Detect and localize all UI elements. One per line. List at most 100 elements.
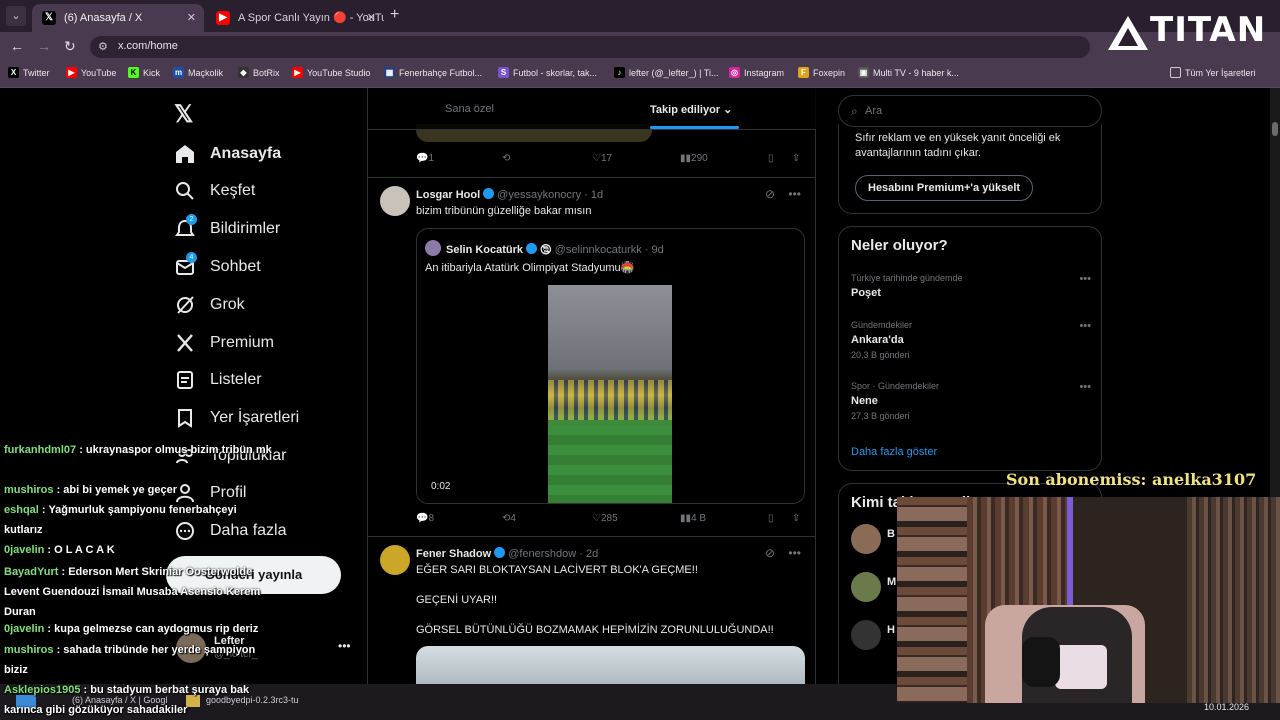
tweet-media[interactable] [416, 646, 805, 684]
chat-text: abi bi yemek ye geçer [63, 484, 178, 496]
sidebar-item-label: Grok [210, 296, 245, 313]
trend-item[interactable]: Türkiye tarihinde gündemde Poşet ••• [851, 273, 1091, 299]
forward-icon[interactable]: → [37, 38, 51, 54]
more-dots-icon[interactable]: ••• [338, 639, 351, 653]
chevron-down-icon: ⌄ [723, 104, 733, 116]
premium-text: Sıfır reklam ve en yüksek yanıt önceliği… [855, 132, 1061, 159]
avatar[interactable] [851, 572, 881, 602]
bookmark-multitv[interactable]: ▣ Multi TV - 9 haber k... [858, 67, 959, 78]
share-icon[interactable]: ⇪ [792, 153, 800, 164]
upgrade-premium-button[interactable]: Hesabını Premium+'a yükselt [855, 175, 1034, 201]
flashscore-icon: S [498, 67, 509, 78]
microphone-graphic [1022, 637, 1060, 687]
tab-youtube[interactable]: ▶ A Spor Canlı Yayın 🔴 - YouTub ✕ [206, 4, 384, 32]
active-tab-indicator [650, 126, 739, 129]
grok-icon[interactable]: ⊘ [765, 187, 775, 201]
bookmark-youtube[interactable]: ▶ YouTube [66, 67, 116, 78]
more-icon[interactable]: ••• [1079, 381, 1091, 393]
chat-message: eshqal : Yağmurluk şampiyonu fenerbahçey… [4, 504, 237, 536]
search-icon: ⌕ [851, 104, 858, 118]
tab-following[interactable]: Takip ediliyor ⌄ [650, 103, 732, 116]
avatar[interactable] [380, 186, 410, 216]
back-icon[interactable]: ← [10, 38, 24, 54]
grok-icon[interactable]: ⊘ [765, 546, 775, 560]
video-player[interactable]: 0:02 [417, 285, 804, 503]
scrollbar-thumb[interactable] [1272, 122, 1278, 136]
reply-action[interactable]: 💬 1 [416, 153, 434, 164]
author-handle: @yessaykonocry [497, 189, 582, 201]
reply-action[interactable]: 💬 8 [416, 513, 434, 524]
bookmark-foxepin[interactable]: F Foxepin [798, 67, 845, 78]
new-tab-icon[interactable]: + [390, 6, 399, 24]
like-action[interactable]: ♡ 285 [592, 513, 618, 524]
url-text[interactable]: x.com/home [118, 40, 178, 52]
suggested-user-name[interactable]: M [887, 576, 896, 588]
views-action[interactable]: ▮▮ 290 [680, 153, 708, 164]
tweet-text: bizim tribünün güzelliğe bakar mısın [416, 205, 592, 217]
tweet-author[interactable]: Fener Shadow @fenershdow · 2d [416, 547, 598, 560]
more-icon[interactable]: ••• [1079, 320, 1091, 332]
suggested-user-name[interactable]: B [887, 528, 895, 540]
suggested-user-name[interactable]: H [887, 624, 895, 636]
author-name: Losgar Hool [416, 189, 481, 201]
show-more-link[interactable]: Daha fazla göster [851, 446, 937, 458]
tab-for-you[interactable]: Sana özel [445, 103, 494, 115]
avatar[interactable] [851, 524, 881, 554]
bookmark-label: BotRix [253, 68, 280, 78]
video-timestamp: 0:02 [431, 481, 451, 492]
bookmark-icon [178, 409, 192, 428]
bookmark-instagram[interactable]: ◎ Instagram [729, 67, 784, 78]
trend-item[interactable]: Spor · Gündemdekiler Nene 27,3 B gönderi… [851, 381, 1091, 421]
trend-count: 20,3 B gönderi [851, 350, 910, 360]
bookmark-kick[interactable]: K Kick [128, 67, 161, 78]
search-input[interactable]: ⌕ Ara [838, 95, 1102, 127]
bookmark-mackolik[interactable]: m Maçkolik [173, 67, 223, 78]
bookmark-futbol[interactable]: S Futbol - skorlar, tak... [498, 67, 597, 78]
bookmark-twitter[interactable]: X Twitter [8, 67, 50, 78]
chat-user: 0javelin [4, 623, 45, 635]
reload-icon[interactable]: ↻ [64, 38, 76, 55]
bookmark-botrix[interactable]: ◆ BotRix [238, 67, 280, 78]
stand-graphic [548, 380, 672, 420]
avatar[interactable] [851, 620, 881, 650]
tweet-time: 2d [586, 548, 599, 560]
youtube-favicon-icon: ▶ [216, 11, 230, 25]
trend-item[interactable]: Gündemdekiler Ankara'da 20,3 B gönderi •… [851, 320, 1091, 360]
x-logo-icon[interactable]: 𝕏 [174, 100, 193, 129]
tab-list-button[interactable]: ⌄ [6, 6, 26, 26]
tab-title: (6) Anasayfa / X [64, 12, 143, 24]
quoted-author: Selin Kocatürk 🕲 @selinnkocaturkk · 9d [446, 241, 664, 260]
stadium-video-frame [548, 285, 672, 503]
timeline: Sana özel Takip ediliyor ⌄ 💬 1 ⟲ ♡ 17 ▮▮… [367, 88, 816, 684]
avatar[interactable] [380, 545, 410, 575]
close-tab-icon[interactable]: ✕ [367, 4, 376, 32]
more-icon[interactable]: ••• [788, 187, 801, 201]
divider [368, 177, 816, 178]
sidebar-item-label: Yer İşaretleri [210, 409, 300, 426]
site-info-icon[interactable]: ⚙ [98, 40, 108, 53]
bookmark-icon[interactable]: ▯ [768, 153, 774, 164]
repost-icon[interactable]: ⟲ [502, 153, 510, 164]
repost-action[interactable]: ⟲ 4 [502, 513, 516, 524]
bookmark-label: Kick [143, 68, 161, 78]
quoted-tweet[interactable]: Selin Kocatürk 🕲 @selinnkocaturkk · 9d An… [416, 228, 805, 504]
bookmark-youtube-studio[interactable]: ▶ YouTube Studio [292, 67, 370, 78]
like-action[interactable]: ♡ 17 [592, 153, 612, 164]
bookmark-icon[interactable]: ▯ [768, 513, 774, 524]
titan-logo-text: TITAN [1150, 10, 1267, 50]
tweet-author[interactable]: Losgar Hool @yessaykonocry · 1d [416, 188, 603, 201]
more-icon[interactable]: ••• [788, 546, 801, 560]
all-bookmarks[interactable]: Tüm Yer İşaretleri [1170, 67, 1256, 78]
last-subscriber-banner: Son abonemiss: anelka3107 [1006, 470, 1257, 489]
close-tab-icon[interactable]: ✕ [187, 4, 196, 32]
more-icon[interactable]: ••• [1079, 273, 1091, 285]
grok-icon [177, 296, 194, 314]
time-dot: · [644, 244, 649, 256]
bookmark-fenerbahce[interactable]: ▦ Fenerbahçe Futbol... [384, 67, 482, 78]
tab-x-home[interactable]: 𝕏 (6) Anasayfa / X ✕ [32, 4, 204, 32]
address-bar[interactable]: ⚙ x.com/home [90, 36, 1090, 58]
views-action[interactable]: ▮▮ 4 B [680, 513, 706, 524]
share-icon[interactable]: ⇪ [792, 513, 800, 524]
quoted-name: Selin Kocatürk [446, 244, 524, 256]
bookmark-lefter-tiktok[interactable]: ♪ lefter (@_lefter_) | Ti... [614, 67, 719, 78]
